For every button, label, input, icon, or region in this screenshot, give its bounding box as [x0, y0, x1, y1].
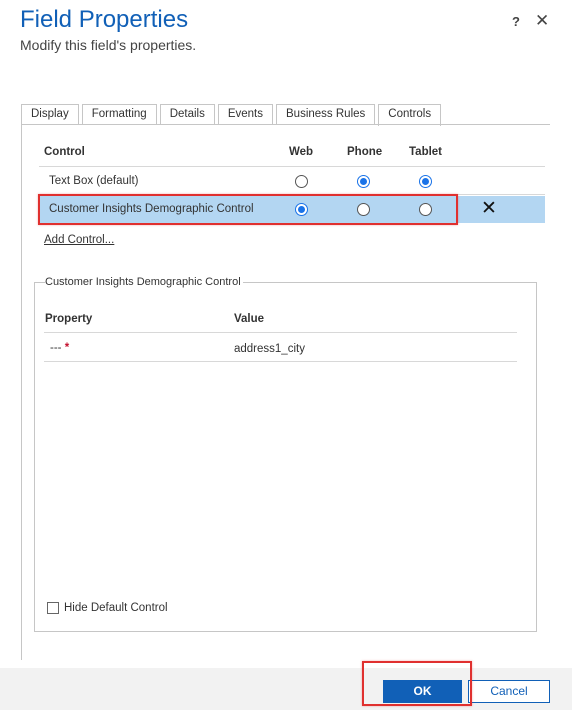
cancel-button[interactable]: Cancel — [468, 680, 550, 703]
dialog-title: Field Properties — [20, 6, 189, 33]
tab-controls[interactable]: Controls — [378, 104, 442, 126]
column-header-tablet: Tablet — [409, 146, 443, 158]
control-properties-legend: Customer Insights Demographic Control — [45, 276, 243, 288]
column-header-property: Property — [45, 313, 93, 325]
tab-formatting[interactable]: Formatting — [81, 104, 157, 125]
property-row-divider — [44, 361, 517, 362]
close-icon[interactable]: ✕ — [535, 11, 549, 31]
property-row-name[interactable]: --- * — [50, 342, 69, 354]
column-header-web: Web — [289, 146, 314, 158]
tab-events[interactable]: Events — [217, 104, 274, 125]
property-name: --- — [50, 342, 62, 354]
hide-default-control-checkbox[interactable] — [47, 602, 59, 614]
control-properties-group — [34, 282, 537, 632]
remove-control-icon[interactable]: ✕ — [481, 199, 497, 219]
control-row-text-box-label[interactable]: Text Box (default) — [49, 175, 138, 187]
dialog-subtitle: Modify this field's properties. — [20, 37, 197, 53]
highlight-box-ok — [362, 661, 472, 706]
column-header-control: Control — [44, 146, 85, 158]
column-header-phone: Phone — [347, 146, 383, 158]
column-header-value: Value — [234, 313, 265, 325]
help-icon[interactable]: ? — [510, 14, 522, 29]
tab-business-rules[interactable]: Business Rules — [276, 104, 376, 125]
radio-text-box-tablet[interactable] — [419, 175, 432, 188]
header-divider — [39, 166, 545, 167]
hide-default-control-label[interactable]: Hide Default Control — [64, 602, 168, 614]
radio-text-box-web[interactable] — [295, 175, 308, 188]
tab-strip: Display Formatting Details Events Busine… — [21, 104, 444, 126]
radio-text-box-phone[interactable] — [357, 175, 370, 188]
highlight-box-control-row — [38, 194, 458, 225]
property-header-divider — [44, 332, 517, 333]
tab-details[interactable]: Details — [159, 104, 215, 125]
required-marker: * — [64, 342, 70, 354]
property-row-value[interactable]: address1_city — [234, 343, 305, 355]
tab-display[interactable]: Display — [21, 104, 79, 125]
add-control-link[interactable]: Add Control... — [44, 234, 114, 246]
